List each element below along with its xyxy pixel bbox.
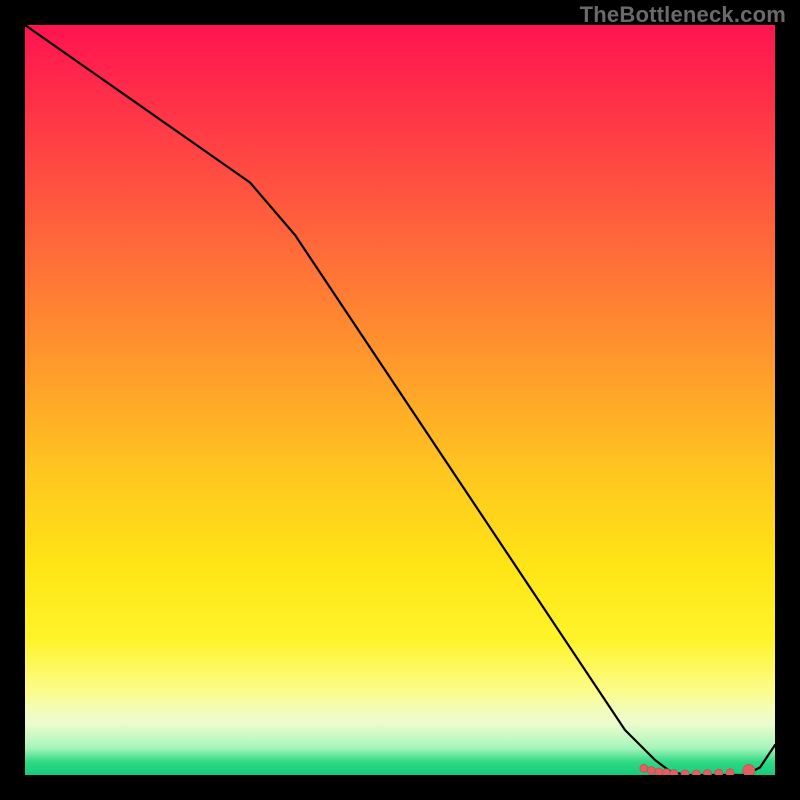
- marker-point: [726, 769, 734, 775]
- curve-markers: [640, 764, 755, 775]
- curve-layer: [25, 25, 775, 775]
- chart-frame: TheBottleneck.com: [0, 0, 800, 800]
- marker-point: [662, 769, 670, 775]
- plot-area: [25, 25, 775, 775]
- marker-point: [692, 770, 700, 775]
- marker-point: [681, 770, 689, 775]
- marker-point: [715, 769, 723, 775]
- marker-point: [640, 764, 648, 772]
- marker-point: [670, 770, 678, 776]
- marker-point: [647, 767, 655, 775]
- watermark-text: TheBottleneck.com: [580, 2, 786, 28]
- marker-point: [655, 768, 663, 775]
- marker-point: [743, 765, 755, 776]
- bottleneck-curve: [25, 25, 775, 775]
- marker-point: [704, 770, 712, 776]
